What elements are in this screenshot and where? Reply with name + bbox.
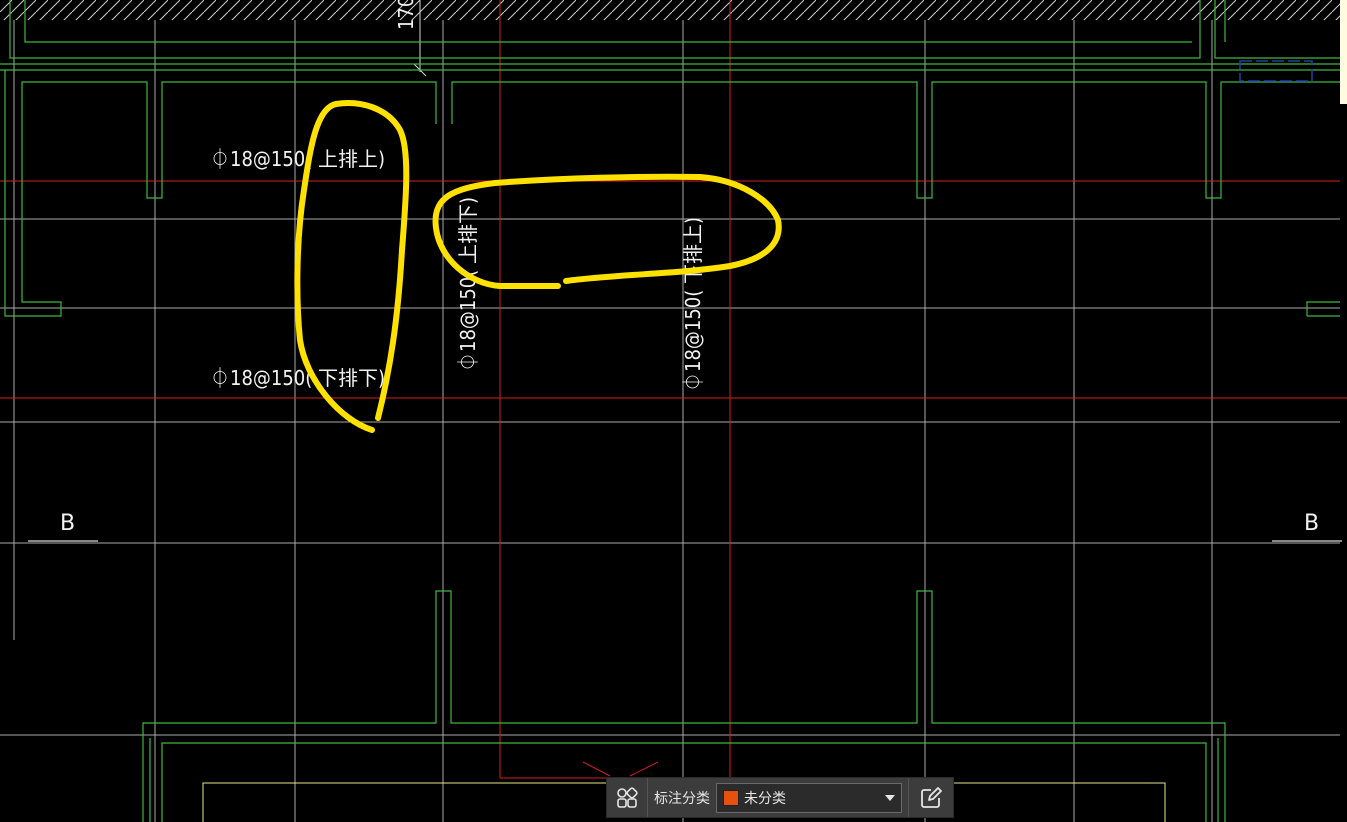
annotation-category-toolbar: 标注分类 未分类 <box>606 777 954 818</box>
highlight-loop-horizontal <box>432 173 782 289</box>
wall-outlines <box>0 0 1340 822</box>
category-color-swatch <box>723 789 739 806</box>
axis-label-right: B <box>1304 511 1319 536</box>
rebar-label-vertical-left[interactable]: ⏀18@150( 上排下) <box>456 197 480 372</box>
hatch-band <box>0 0 1340 20</box>
rebar-label-vertical-right[interactable]: ⏀18@150( 下排上) <box>681 217 705 392</box>
rebar-label-top[interactable]: ⏀18@150( 上排上) <box>210 147 385 171</box>
axis-label-left: B <box>60 511 75 536</box>
right-edge-strip <box>1340 0 1347 104</box>
chevron-down-icon[interactable] <box>885 794 895 801</box>
edit-note-icon[interactable] <box>908 778 953 817</box>
grid-four-icon[interactable] <box>607 778 648 817</box>
grid-axes <box>0 20 1340 822</box>
category-label: 标注分类 <box>654 790 710 807</box>
rebar-label-bottom[interactable]: ⏀18@150( 下排下) <box>210 366 385 390</box>
cad-drawing-canvas[interactable]: 170 ⏀18@150( 上排上) ⏀18@150(下排下) ⏀18@150(… <box>0 0 1347 822</box>
dimension-text: 170 <box>394 0 418 30</box>
category-select[interactable]: 未分类 <box>716 782 902 813</box>
category-selected-value: 未分类 <box>744 790 786 807</box>
section-lines <box>0 0 1347 779</box>
